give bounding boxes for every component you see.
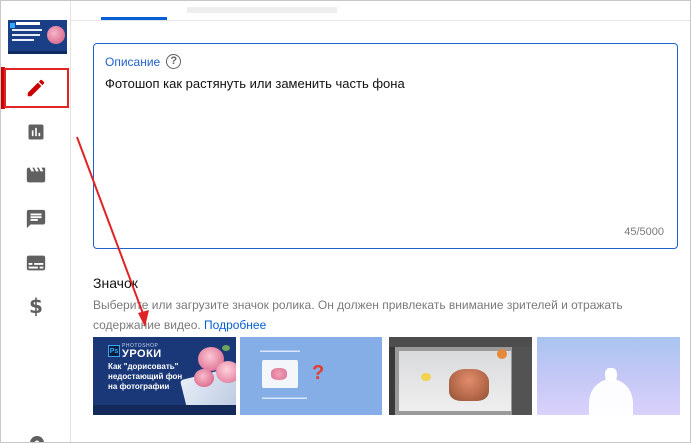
sidebar-item-monetization[interactable]: $ [20, 290, 52, 322]
sidebar-item-details[interactable] [20, 72, 52, 104]
studio-window: $ Описание ? Фотошоп как растянуть или з… [0, 0, 691, 443]
thumbnail-options: Ps PHOTOSHOP УРОКИ Как "дорисовать" недо… [93, 337, 683, 415]
question-mark-icon: ? [312, 362, 325, 384]
analytics-icon [28, 124, 44, 140]
thumb-bottom-band [93, 405, 236, 415]
sidebar-item-editor[interactable] [20, 159, 52, 191]
thumbnail-option-1[interactable]: Ps PHOTOSHOP УРОКИ Как "дорисовать" недо… [93, 337, 236, 415]
thumbnail-hint-text: Выберите или загрузите значок ролика. Он… [93, 298, 623, 332]
pencil-icon [27, 79, 45, 97]
photoshop-logo-icon: Ps [108, 345, 120, 357]
comment-icon [26, 209, 46, 229]
tab-active-indicator [101, 17, 167, 20]
settings-gear-icon[interactable] [27, 431, 47, 443]
description-field[interactable]: Описание ? Фотошоп как растянуть или зам… [93, 43, 678, 249]
character-counter: 45/5000 [624, 226, 664, 238]
photoshop-canvas [399, 351, 511, 411]
video-thumbnail-small[interactable] [8, 20, 67, 54]
thumbnail-option-2[interactable]: ▬▬▬▬▬▬▬▬ ? ▬▬▬▬▬▬▬▬▬ [240, 337, 382, 415]
description-label: Описание ? [105, 54, 182, 69]
tabs-divider [71, 20, 690, 21]
tab-secondary[interactable] [187, 7, 337, 13]
sidebar-item-analytics[interactable] [20, 116, 52, 148]
dollar-icon: $ [29, 294, 43, 318]
clapperboard-icon [26, 167, 46, 183]
flowers-image [192, 345, 236, 400]
thumb-caption-line: Как "дорисовать" [108, 362, 179, 371]
learn-more-link[interactable]: Подробнее [204, 318, 266, 332]
thumb-caption-lines: ▬▬▬▬▬▬▬▬ [260, 348, 300, 354]
thumb-footer-lines: ▬▬▬▬▬▬▬▬▬ [262, 395, 307, 401]
silhouette-shape [589, 379, 633, 415]
thumb-card [262, 360, 298, 388]
thumbnail-option-4[interactable] [537, 337, 680, 415]
subtitles-icon [26, 255, 46, 271]
thumbnail-hint: Выберите или загрузите значок ролика. Он… [93, 295, 678, 335]
sidebar-item-subtitles[interactable] [20, 247, 52, 279]
thumbnail-section-title: Значок [93, 275, 138, 291]
description-label-text: Описание [105, 54, 161, 69]
description-text[interactable]: Фотошоп как растянуть или заменить часть… [105, 76, 405, 91]
sidebar: $ [1, 1, 71, 443]
help-icon[interactable]: ? [166, 54, 182, 69]
thumbnail-option-3[interactable] [389, 337, 532, 415]
sidebar-item-comments[interactable] [20, 203, 52, 235]
thumb-brand: УРОКИ [122, 348, 162, 360]
